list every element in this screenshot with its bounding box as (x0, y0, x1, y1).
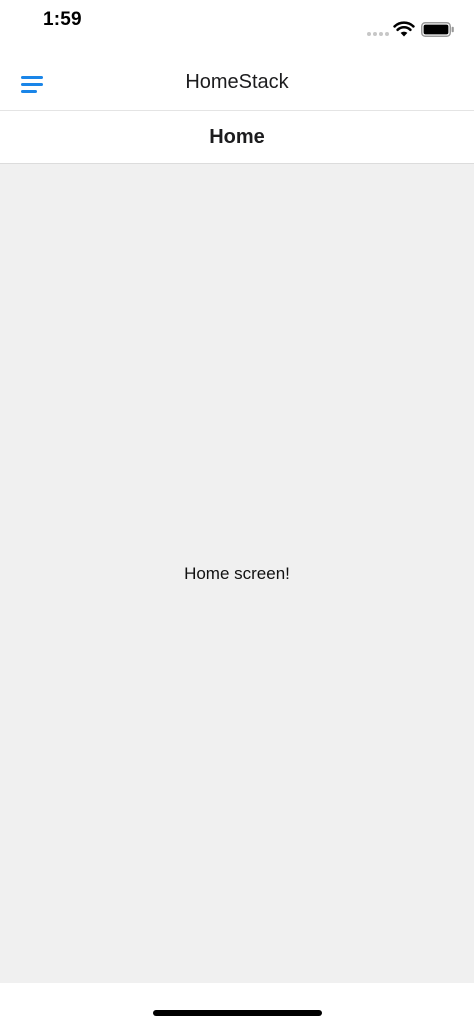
status-bar: 1:59 (0, 0, 474, 56)
battery-icon (421, 22, 454, 37)
stack-header: Home (0, 111, 474, 164)
drawer-header: HomeStack (0, 56, 474, 111)
home-indicator[interactable] (153, 1010, 322, 1016)
wifi-icon (393, 21, 415, 37)
signal-dots-icon (367, 32, 389, 36)
main-content: Home screen! (0, 164, 474, 983)
drawer-title: HomeStack (185, 71, 289, 93)
app-screen: 1:59 HomeStack Home Home screen! (0, 0, 474, 1025)
page-title: Home (209, 126, 265, 148)
home-screen-text: Home screen! (184, 564, 290, 583)
status-time: 1:59 (43, 9, 82, 30)
bottom-safe-area (0, 983, 474, 1025)
